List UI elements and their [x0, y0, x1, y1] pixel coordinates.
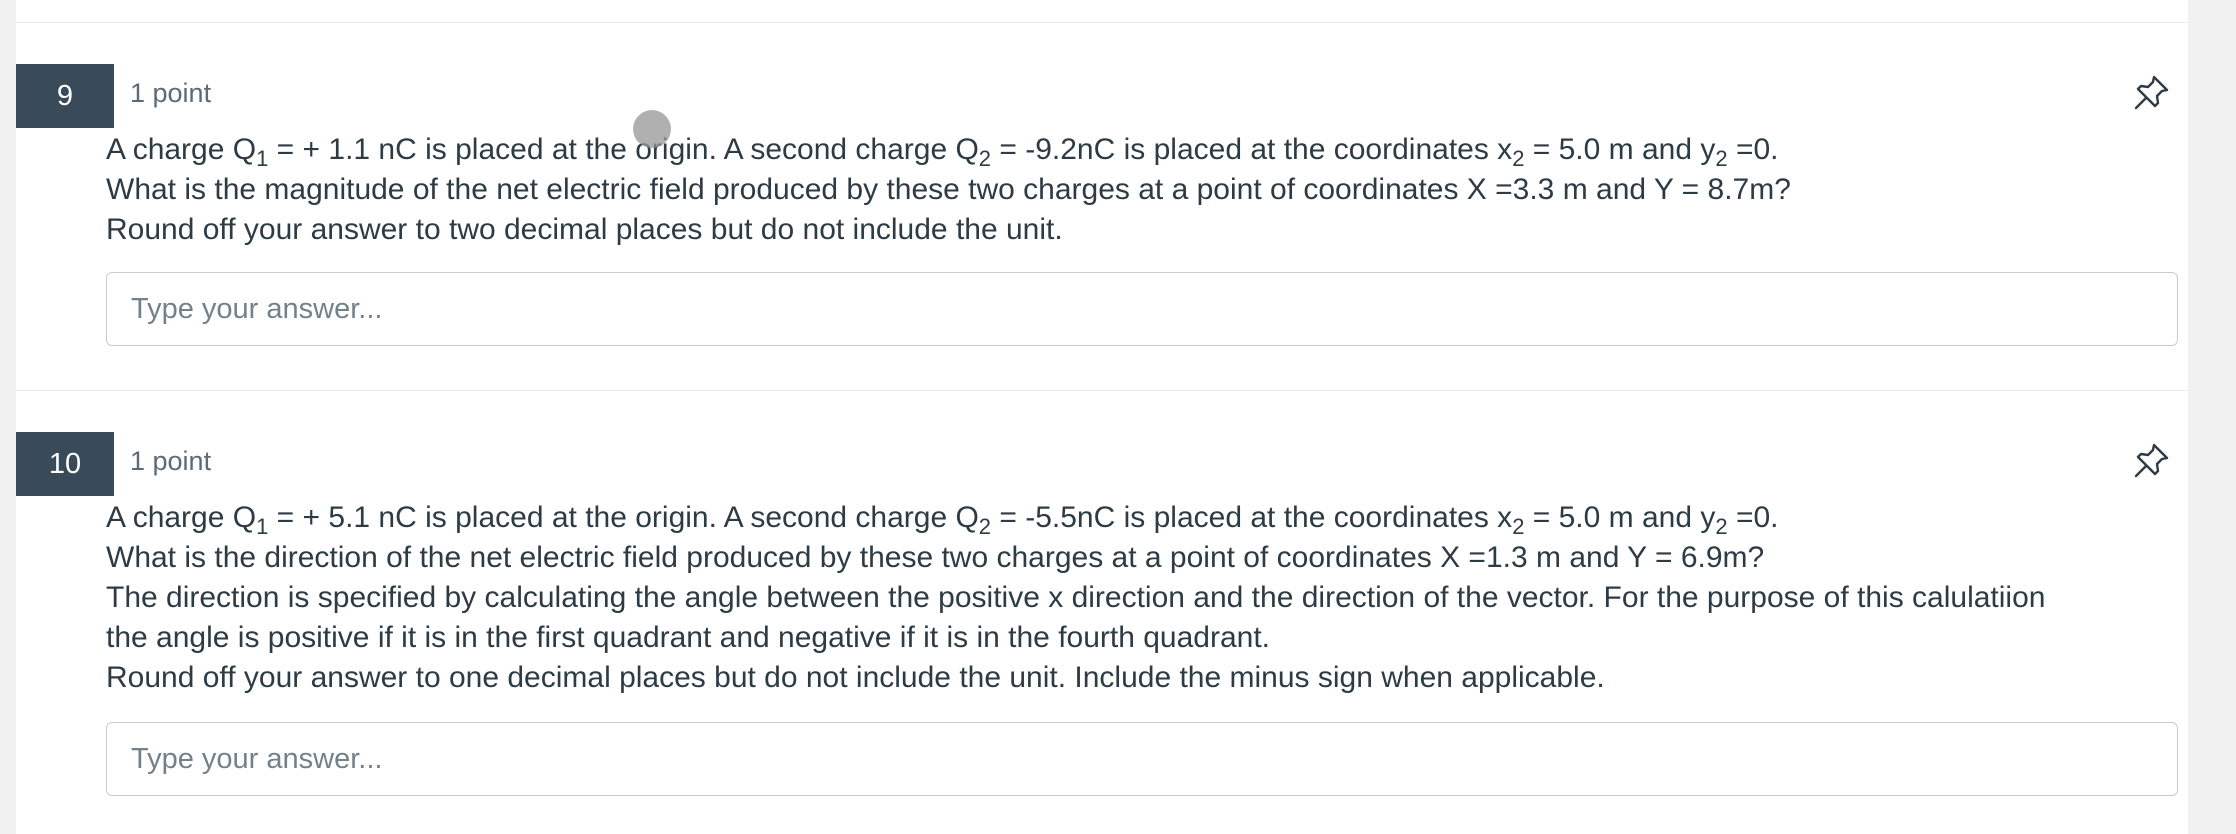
question-text-line: A charge Q1 = + 1.1 nC is placed at the …: [106, 130, 2186, 170]
text-segment: = + 1.1 nC is placed at the origin. A se…: [268, 133, 979, 166]
text-segment: the angle is positive if it is in the fi…: [106, 621, 1271, 654]
pin-icon[interactable]: [2132, 72, 2172, 112]
subscript: 2: [1512, 146, 1525, 171]
text-segment: Round off your answer to one decimal pla…: [106, 661, 1605, 694]
text-segment: The direction is specified by calculatin…: [106, 581, 2046, 614]
pin-icon[interactable]: [2132, 440, 2172, 480]
quiz-content-panel: 9 1 point A charge Q1 = + 1.1 nC is plac…: [16, 0, 2188, 834]
question-points: 1 point: [130, 446, 212, 476]
text-segment: = -9.2nC is placed at the coordinates x: [991, 133, 1513, 166]
question-points: 1 point: [130, 78, 212, 108]
text-segment: A charge Q: [106, 501, 257, 534]
question-text-line: Round off your answer to one decimal pla…: [106, 658, 2186, 698]
question-text-line: Round off your answer to two decimal pla…: [106, 210, 2186, 250]
text-segment: What is the magnitude of the net electri…: [106, 173, 1791, 206]
question-number-badge: 9: [16, 64, 114, 128]
text-segment: = 5.0 m and y: [1524, 133, 1716, 166]
question-text-line: What is the magnitude of the net electri…: [106, 170, 2186, 210]
subscript: 2: [1715, 514, 1728, 539]
subscript: 2: [1715, 146, 1728, 171]
answer-input[interactable]: [106, 272, 2178, 346]
question-text-line: What is the direction of the net electri…: [106, 538, 2186, 578]
text-segment: =0.: [1727, 501, 1779, 534]
text-segment: Round off your answer to two decimal pla…: [106, 213, 1063, 246]
text-segment: =0.: [1727, 133, 1779, 166]
text-segment: A charge Q: [106, 133, 257, 166]
text-segment: = + 5.1 nC is placed at the origin. A se…: [268, 501, 979, 534]
question-text: A charge Q1 = + 5.1 nC is placed at the …: [106, 498, 2186, 698]
question-text-line: the angle is positive if it is in the fi…: [106, 618, 2186, 658]
mouse-cursor-indicator: [633, 110, 671, 148]
question-number-badge: 10: [16, 432, 114, 496]
question-text-line: A charge Q1 = + 5.1 nC is placed at the …: [106, 498, 2186, 538]
text-segment: = -5.5nC is placed at the coordinates x: [991, 501, 1513, 534]
text-segment: = 5.0 m and y: [1524, 501, 1716, 534]
subscript: 2: [1512, 514, 1525, 539]
answer-input[interactable]: [106, 722, 2178, 796]
question-text: A charge Q1 = + 1.1 nC is placed at the …: [106, 130, 2186, 250]
subscript: 2: [978, 514, 992, 539]
question-divider: [16, 390, 2188, 391]
subscript: 2: [978, 146, 992, 171]
subscript: 1: [256, 514, 269, 539]
text-segment: What is the direction of the net electri…: [106, 541, 1765, 574]
top-divider: [16, 22, 2188, 23]
question-text-line: The direction is specified by calculatin…: [106, 578, 2186, 618]
subscript: 1: [256, 146, 269, 171]
